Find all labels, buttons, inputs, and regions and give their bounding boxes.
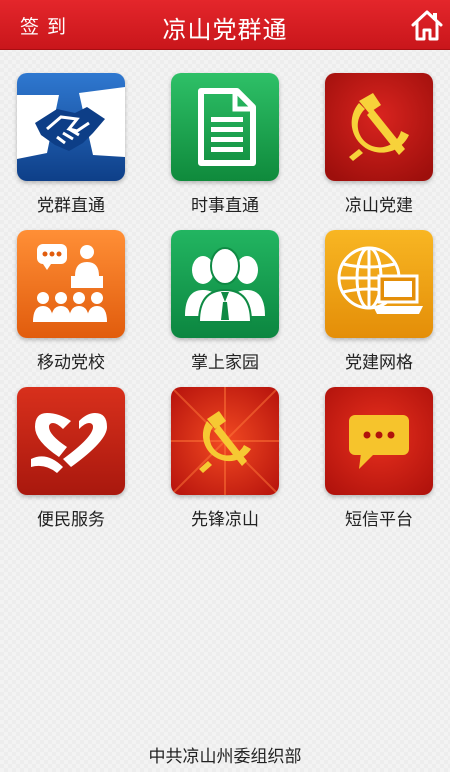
globe-laptop-icon [325, 230, 433, 338]
tile-label: 移动党校 [37, 353, 105, 373]
tile-label: 凉山党建 [345, 196, 413, 216]
tile-liangshan-party[interactable]: 凉山党建 [325, 73, 433, 216]
tile-label: 掌上家园 [191, 353, 259, 373]
tile-label: 党群直通 [37, 196, 105, 216]
hammer-sickle-icon [325, 73, 433, 181]
classroom-icon [17, 230, 125, 338]
tile-mobile-school[interactable]: 移动党校 [17, 230, 125, 373]
tile-convenience-service[interactable]: 便民服务 [17, 387, 125, 530]
heart-logo-icon [17, 387, 125, 495]
document-icon [171, 73, 279, 181]
tile-label: 时事直通 [191, 196, 259, 216]
tile-label: 先锋凉山 [191, 510, 259, 530]
footer-text: 中共凉山州委组织部 [148, 747, 302, 767]
tile-party-direct[interactable]: 党群直通 [17, 73, 125, 216]
app-header: 签到 凉山党群通 [0, 0, 450, 50]
tile-current-affairs[interactable]: 时事直通 [171, 73, 279, 216]
tile-label: 便民服务 [37, 510, 105, 530]
people-group-icon [171, 230, 279, 338]
tile-sms-platform[interactable]: 短信平台 [325, 387, 433, 530]
page-title: 凉山党群通 [162, 16, 288, 44]
home-icon[interactable] [410, 8, 444, 42]
tile-home-portal[interactable]: 掌上家园 [171, 230, 279, 373]
handshake-icon [17, 73, 125, 181]
tile-pioneer-liangshan[interactable]: 先锋凉山 [171, 387, 279, 530]
tile-party-grid[interactable]: 党建网格 [325, 230, 433, 373]
tile-label: 党建网格 [345, 353, 413, 373]
tile-label: 短信平台 [345, 510, 413, 530]
message-bubble-icon [325, 387, 433, 495]
party-emblem-icon [171, 387, 279, 495]
